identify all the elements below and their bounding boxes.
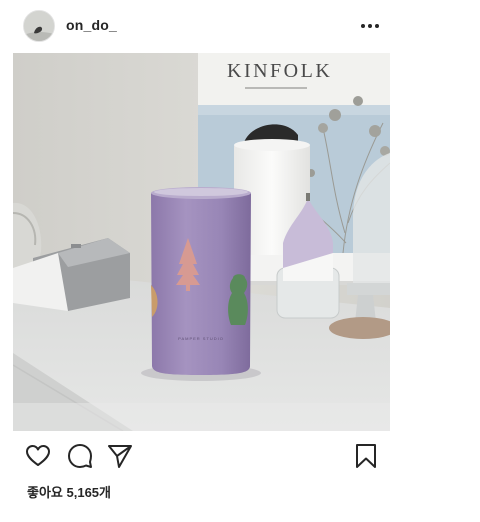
smoothie-cup: PAMPER STUDIO (141, 187, 261, 381)
bookmark-icon[interactable] (352, 442, 380, 470)
username[interactable]: on_do_ (66, 17, 117, 33)
avatar[interactable] (23, 10, 55, 42)
post-actions (0, 438, 480, 474)
more-options-icon[interactable] (360, 16, 380, 36)
magazine-title: KINFOLK (227, 60, 332, 82)
heart-icon[interactable] (24, 442, 52, 470)
likes-count[interactable]: 좋아요 5,165개 (27, 482, 111, 501)
comment-icon[interactable] (66, 442, 94, 470)
send-icon[interactable] (106, 442, 134, 470)
post-header: on_do_ (0, 0, 480, 52)
post-photo[interactable]: KINFOLK PAMPER STUDIO (13, 53, 390, 431)
cup-brand-text: PAMPER STUDIO (178, 336, 224, 341)
